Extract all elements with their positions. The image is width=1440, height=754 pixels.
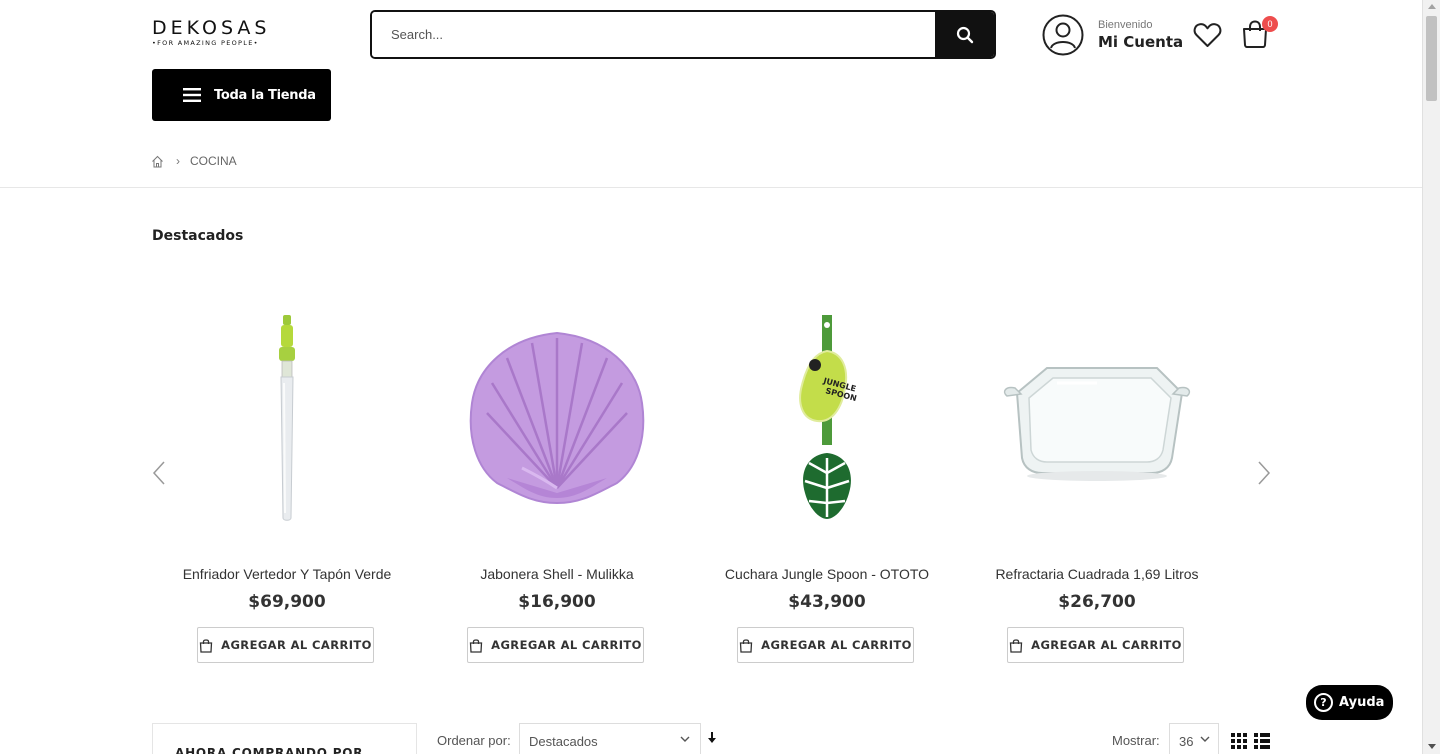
pourer-image: [279, 314, 295, 521]
search-bar: [370, 10, 996, 59]
product-image[interactable]: [422, 290, 692, 545]
product-name[interactable]: Cuchara Jungle Spoon - OTOTO: [712, 566, 942, 582]
help-label: Ayuda: [1339, 695, 1385, 710]
chevron-down-icon: [1200, 736, 1210, 742]
order-label: Ordenar por:: [437, 733, 511, 748]
chevron-down-icon: [680, 736, 690, 742]
product-card: Refractaria Cuadrada 1,69 Litros $26,700…: [962, 290, 1232, 670]
list-view-button[interactable]: [1254, 733, 1270, 753]
add-to-cart-button[interactable]: AGREGAR AL CARRITO: [1007, 627, 1184, 663]
sort-direction-button[interactable]: [708, 732, 716, 747]
filter-panel: AHORA COMPRANDO POR: [152, 723, 417, 754]
search-icon: [956, 26, 973, 43]
all-store-button[interactable]: Toda la Tienda: [152, 69, 331, 121]
add-to-cart-button[interactable]: AGREGAR AL CARRITO: [197, 627, 374, 663]
cart-button[interactable]: 0: [1241, 16, 1278, 52]
shell-soap-dish-image: [469, 331, 645, 504]
product-carousel: Enfriador Vertedor Y Tapón Verde $69,900…: [152, 290, 1232, 690]
account-link[interactable]: Bienvenido Mi Cuenta: [1042, 14, 1183, 56]
heart-icon: [1193, 23, 1222, 47]
arrow-down-icon: [708, 732, 716, 743]
section-title: Destacados: [152, 228, 244, 244]
grid-icon: [1231, 733, 1247, 749]
scroll-down-arrow[interactable]: [1428, 744, 1436, 749]
show-count-select[interactable]: 36: [1169, 723, 1219, 754]
product-image[interactable]: [152, 290, 422, 545]
add-to-cart-label: AGREGAR AL CARRITO: [761, 638, 912, 652]
product-name[interactable]: Refractaria Cuadrada 1,69 Litros: [982, 566, 1212, 582]
product-name[interactable]: Jabonera Shell - Mulikka: [442, 566, 672, 582]
account-label: Mi Cuenta: [1098, 33, 1184, 51]
site-logo[interactable]: DEKOSAS •FOR AMAZING PEOPLE•: [152, 18, 272, 47]
search-input[interactable]: [372, 12, 935, 57]
add-to-cart-button[interactable]: AGREGAR AL CARRITO: [467, 627, 644, 663]
product-card: Enfriador Vertedor Y Tapón Verde $69,900…: [152, 290, 422, 670]
product-price: $43,900: [788, 592, 866, 612]
breadcrumb: › COCINA: [151, 154, 237, 168]
order-select[interactable]: Destacados: [519, 723, 701, 754]
chevron-right-icon: [1258, 461, 1271, 485]
add-to-cart-label: AGREGAR AL CARRITO: [1031, 638, 1182, 652]
scroll-thumb[interactable]: [1426, 16, 1437, 101]
menu-icon: [183, 88, 201, 102]
account-greeting: Bienvenido: [1098, 19, 1153, 31]
glass-baking-dish-image: [1003, 366, 1191, 481]
scroll-up-arrow[interactable]: [1428, 4, 1436, 9]
cart-icon: [199, 638, 213, 653]
all-store-label: Toda la Tienda: [214, 87, 316, 103]
product-price: $16,900: [518, 592, 596, 612]
breadcrumb-current[interactable]: COCINA: [190, 154, 237, 168]
add-to-cart-label: AGREGAR AL CARRITO: [221, 638, 372, 652]
wishlist-button[interactable]: [1193, 22, 1222, 52]
user-icon: [1042, 14, 1084, 56]
page-scrollbar[interactable]: [1422, 0, 1440, 754]
add-to-cart-button[interactable]: AGREGAR AL CARRITO: [737, 627, 914, 663]
search-button[interactable]: [935, 12, 994, 57]
product-image[interactable]: [962, 290, 1232, 545]
cart-icon: [469, 638, 483, 653]
cart-count-badge: 0: [1262, 16, 1278, 32]
product-image[interactable]: JUNGLE SPOON: [692, 290, 962, 545]
order-select-value: Destacados: [529, 734, 598, 749]
filter-heading: AHORA COMPRANDO POR: [175, 746, 364, 754]
breadcrumb-separator: ›: [176, 154, 180, 168]
product-card: Jabonera Shell - Mulikka $16,900 AGREGAR…: [422, 290, 692, 670]
logo-text: DEKOSAS: [152, 17, 271, 39]
question-icon: ?: [1314, 693, 1333, 712]
list-icon: [1254, 733, 1270, 749]
jungle-spoon-image: JUNGLE SPOON: [799, 314, 858, 519]
product-price: $26,700: [1058, 592, 1136, 612]
logo-tagline: •FOR AMAZING PEOPLE•: [152, 39, 259, 47]
product-price: $69,900: [248, 592, 326, 612]
show-count-value: 36: [1179, 734, 1194, 749]
product-name[interactable]: Enfriador Vertedor Y Tapón Verde: [172, 566, 402, 582]
add-to-cart-label: AGREGAR AL CARRITO: [491, 638, 642, 652]
cart-icon: [1009, 638, 1023, 653]
home-icon[interactable]: [151, 155, 164, 168]
grid-view-button[interactable]: [1231, 733, 1247, 753]
cart-icon: [739, 638, 753, 653]
show-label: Mostrar:: [1112, 733, 1160, 748]
carousel-next-button[interactable]: [1256, 460, 1272, 486]
header-divider: [0, 187, 1422, 188]
product-card: JUNGLE SPOON Cuchara Jungle Spoon - OTOT…: [692, 290, 962, 670]
help-button[interactable]: ? Ayuda: [1306, 685, 1393, 720]
